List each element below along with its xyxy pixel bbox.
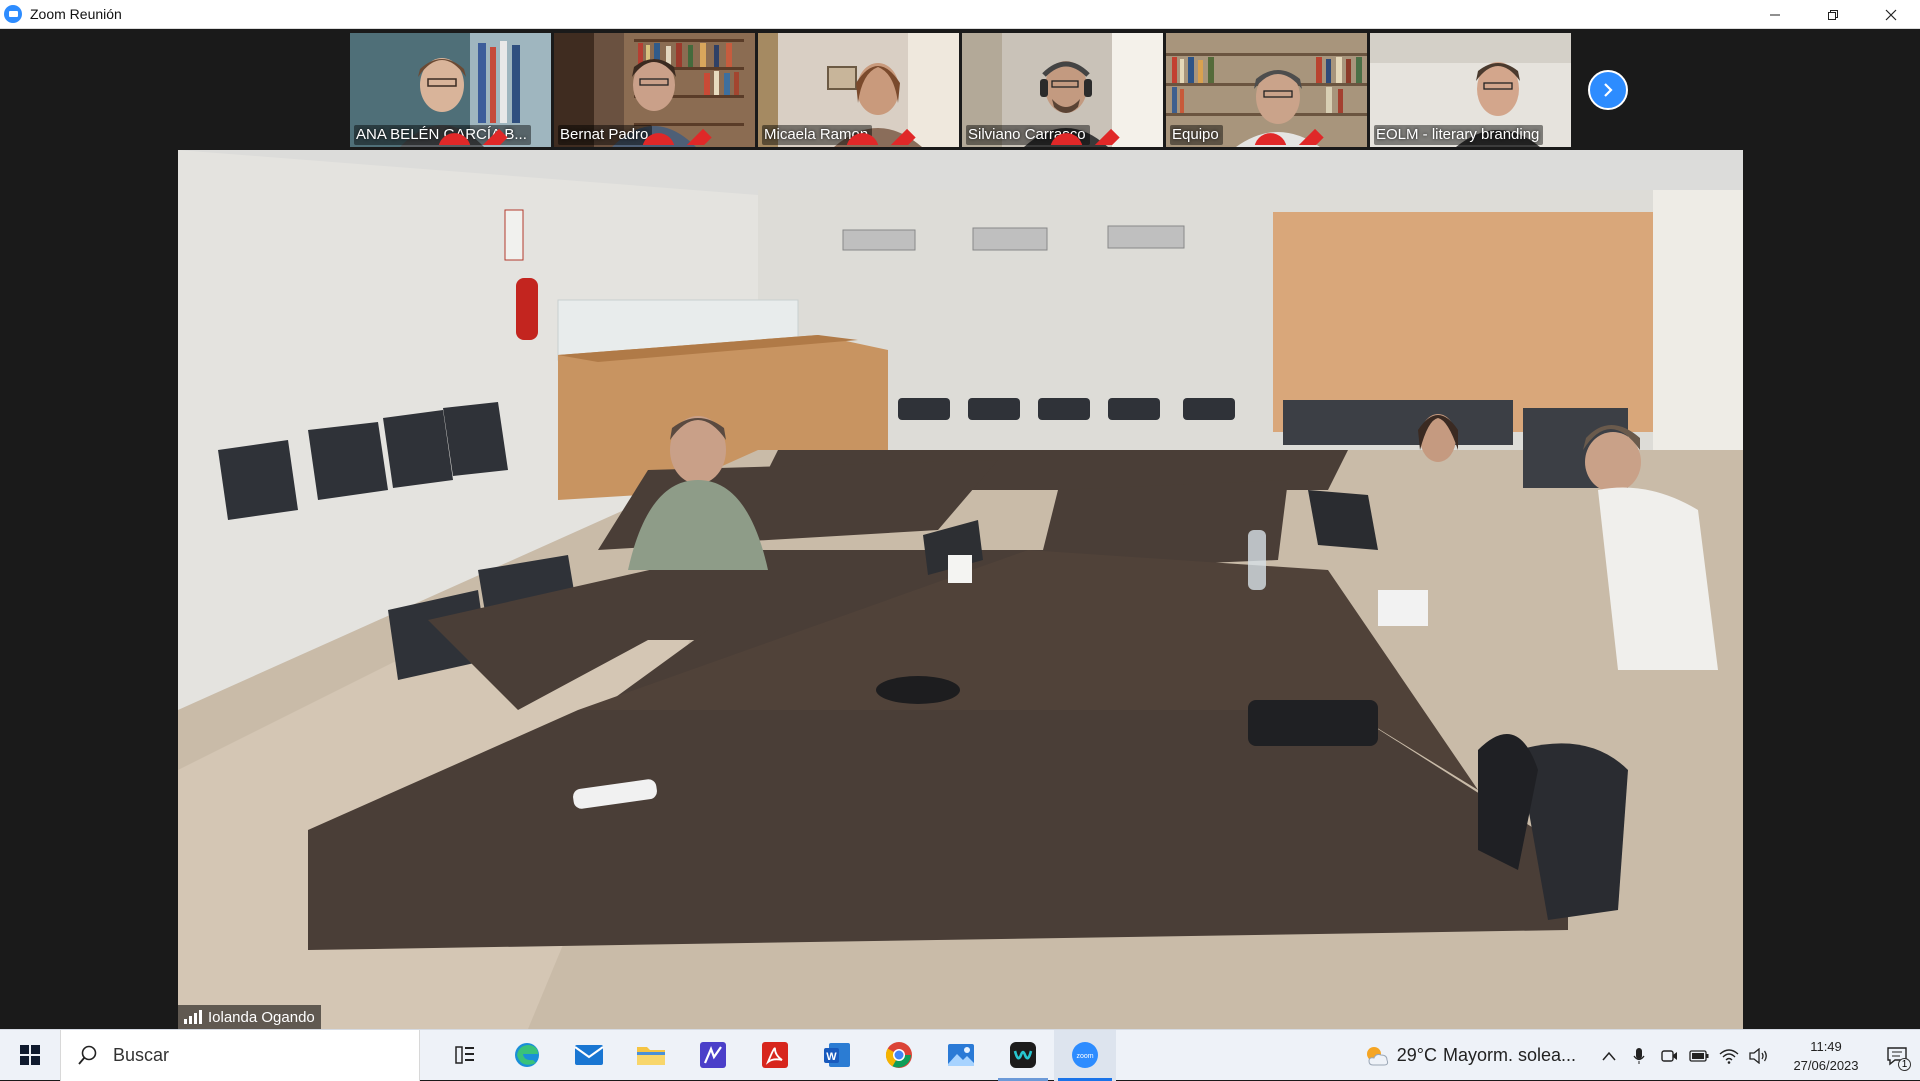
active-speaker-label: Iolanda Ogando xyxy=(178,1005,321,1029)
clock-time: 11:49 xyxy=(1810,1038,1842,1054)
wifi-icon xyxy=(1719,1048,1739,1064)
participant-tile[interactable]: Equipo xyxy=(1166,33,1367,147)
microphone-muted-icon xyxy=(642,128,712,145)
participant-tile[interactable]: ANA BELÉN GARCÍA B... xyxy=(350,33,551,147)
task-view-button[interactable] xyxy=(434,1030,496,1081)
mail-app[interactable] xyxy=(558,1030,620,1081)
participant-tile[interactable]: Silviano Carrasco xyxy=(962,33,1163,147)
participant-name-label: Silviano Carrasco xyxy=(966,125,1159,145)
zoom-icon: zoom xyxy=(1072,1042,1098,1068)
microphone-muted-icon xyxy=(1050,128,1120,145)
restore-icon xyxy=(1828,9,1838,20)
clock-date: 27/06/2023 xyxy=(1793,1057,1859,1073)
search-placeholder: Buscar xyxy=(113,1044,170,1065)
search-icon xyxy=(78,1045,97,1065)
notification-center-button[interactable]: 1 xyxy=(1874,1030,1920,1081)
participant-name-label: Equipo xyxy=(1170,125,1363,145)
chevron-right-icon xyxy=(1604,83,1613,97)
webex-icon xyxy=(1010,1042,1036,1068)
minimize-button[interactable] xyxy=(1746,0,1804,29)
microphone-muted-icon xyxy=(1254,128,1324,145)
weather-temp: 29°C xyxy=(1396,1045,1437,1065)
folder-icon xyxy=(637,1047,665,1065)
show-hidden-icons-button[interactable] xyxy=(1594,1030,1624,1081)
participant-name: EOLM - literary branding xyxy=(1376,126,1540,143)
weather-text: Mayorm. solea... xyxy=(1442,1045,1576,1065)
meeting-stage: ANA BELÉN GARCÍA B... Bernat Padro Micae… xyxy=(0,29,1920,1029)
camera-tray-icon xyxy=(1661,1049,1677,1062)
start-button[interactable] xyxy=(0,1030,60,1081)
meeting-tray-button[interactable] xyxy=(1654,1030,1684,1081)
participant-gallery: ANA BELÉN GARCÍA B... Bernat Padro Micae… xyxy=(350,33,1571,147)
network-tray-button[interactable] xyxy=(1714,1030,1744,1081)
participant-tile[interactable]: EOLM - literary branding xyxy=(1370,33,1571,147)
photos-icon xyxy=(948,1044,974,1066)
microphone-icon xyxy=(1633,1047,1645,1064)
weather-widget[interactable]: 29°C Mayorm. solea... xyxy=(1363,1043,1576,1069)
zoom-logo-icon xyxy=(4,5,22,23)
edge-icon xyxy=(515,1043,539,1067)
microphone-muted-icon xyxy=(438,128,508,145)
acrobat-app[interactable] xyxy=(744,1030,806,1081)
notification-count-badge: 1 xyxy=(1898,1058,1911,1071)
microphone-muted-icon xyxy=(846,128,916,145)
windows-logo-icon xyxy=(20,1045,40,1065)
participant-name-label: EOLM - literary branding xyxy=(1374,125,1567,145)
mail-icon xyxy=(574,1045,604,1065)
word-icon: W xyxy=(824,1043,850,1067)
battery-icon xyxy=(1689,1049,1709,1062)
webex-app[interactable] xyxy=(992,1030,1054,1081)
system-tray: 29°C Mayorm. solea... 11:49 27/06/2023 1 xyxy=(1363,1030,1920,1081)
volume-tray-button[interactable] xyxy=(1744,1030,1774,1081)
close-button[interactable] xyxy=(1862,0,1920,29)
windows-taskbar: Buscar W zoom 29°C Mayorm. solea... 11:4… xyxy=(0,1029,1920,1081)
close-icon xyxy=(1885,9,1897,20)
sketch-app[interactable] xyxy=(682,1030,744,1081)
window-controls xyxy=(1746,0,1920,29)
svg-text:zoom: zoom xyxy=(1076,1053,1093,1060)
participant-tile[interactable]: Bernat Padro xyxy=(554,33,755,147)
meeting-room-video xyxy=(178,150,1743,1029)
svg-text:W: W xyxy=(826,1051,837,1063)
microphone-tray-button[interactable] xyxy=(1624,1030,1654,1081)
participant-tile[interactable]: Micaela Ramon xyxy=(758,33,959,147)
participant-name-label: ANA BELÉN GARCÍA B... xyxy=(354,125,547,145)
zoom-app[interactable]: zoom xyxy=(1054,1029,1116,1081)
taskbar-apps: W zoom xyxy=(434,1029,1116,1081)
active-speaker-video[interactable]: Iolanda Ogando xyxy=(178,150,1743,1029)
connection-signal-icon xyxy=(184,1010,202,1024)
window-title-bar: Zoom Reunión xyxy=(0,0,1920,29)
speaker-icon xyxy=(1749,1047,1767,1064)
participant-name-label: Micaela Ramon xyxy=(762,125,955,145)
participant-name-label: Bernat Padro xyxy=(558,125,751,145)
restore-button[interactable] xyxy=(1804,0,1862,29)
chevron-up-icon xyxy=(1602,1051,1616,1060)
partly-sunny-icon xyxy=(1366,1046,1388,1065)
active-speaker-name: Iolanda Ogando xyxy=(208,1008,315,1026)
word-app[interactable]: W xyxy=(806,1030,868,1081)
chrome-app[interactable] xyxy=(868,1030,930,1081)
battery-tray-button[interactable] xyxy=(1684,1030,1714,1081)
chrome-icon xyxy=(885,1042,912,1068)
window-title: Zoom Reunión xyxy=(30,6,122,22)
photos-app[interactable] xyxy=(930,1030,992,1081)
edge-app[interactable] xyxy=(496,1030,558,1081)
minimize-icon xyxy=(1770,14,1780,15)
taskbar-search[interactable]: Buscar xyxy=(60,1029,420,1081)
task-view-icon xyxy=(455,1046,474,1064)
taskbar-clock[interactable]: 11:49 27/06/2023 xyxy=(1778,1037,1874,1075)
pen-app-icon xyxy=(700,1042,726,1068)
next-page-button[interactable] xyxy=(1588,70,1628,110)
file-explorer-app[interactable] xyxy=(620,1030,682,1081)
pdf-icon xyxy=(762,1042,788,1068)
